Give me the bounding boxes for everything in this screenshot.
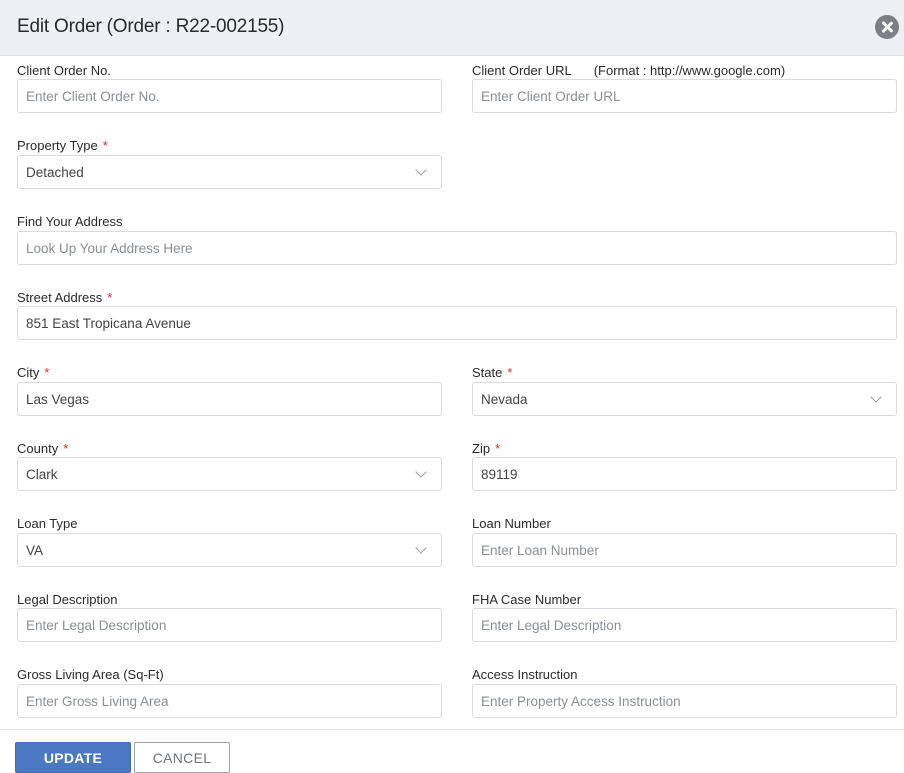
chevron-down-icon <box>415 541 427 554</box>
street-address-label: Street Address * <box>17 290 112 305</box>
zip-input[interactable] <box>472 457 897 491</box>
client-order-no-label: Client Order No. <box>17 63 111 78</box>
property-type-label: Property Type * <box>17 138 108 153</box>
loan-number-label: Loan Number <box>472 516 551 531</box>
state-label-text: State <box>472 365 503 380</box>
state-value: Nevada <box>481 391 528 407</box>
property-type-label-text: Property Type <box>17 138 98 153</box>
street-address-label-text: Street Address <box>17 290 103 305</box>
cancel-button[interactable]: CANCEL <box>134 742 230 773</box>
county-value: Clark <box>26 466 58 482</box>
access-instruction-input[interactable] <box>472 684 897 718</box>
chevron-down-icon <box>415 163 427 176</box>
chevron-down-icon <box>870 390 882 403</box>
required-marker: * <box>495 441 501 456</box>
modal-header: Edit Order (Order : R22-002155) <box>0 0 904 56</box>
client-order-no-input[interactable] <box>17 79 442 113</box>
required-marker: * <box>107 290 113 305</box>
legal-description-label-text: Legal Description <box>17 592 118 607</box>
loan-number-label-text: Loan Number <box>472 516 551 531</box>
chevron-down-icon <box>415 465 427 478</box>
county-select[interactable]: Clark <box>17 457 442 491</box>
close-icon[interactable] <box>875 15 899 39</box>
property-type-select[interactable]: Detached <box>17 155 442 189</box>
loan-type-select[interactable]: VA <box>17 533 442 567</box>
find-address-label-text: Find Your Address <box>17 214 123 229</box>
state-label: State * <box>472 365 512 380</box>
client-order-no-label-text: Client Order No. <box>17 63 111 78</box>
access-instruction-label: Access Instruction <box>472 667 578 682</box>
state-select[interactable]: Nevada <box>472 382 897 416</box>
city-label-text: City <box>17 365 40 380</box>
zip-label-text: Zip <box>472 441 491 456</box>
county-label-text: County <box>17 441 59 456</box>
loan-type-label: Loan Type <box>17 516 77 531</box>
property-type-value: Detached <box>26 164 84 180</box>
fha-case-number-input[interactable] <box>472 608 897 642</box>
loan-type-value: VA <box>26 542 44 558</box>
client-order-url-label-text: Client Order URL <box>472 63 572 78</box>
client-order-url-label: Client Order URL (Format : http://www.goo… <box>472 63 785 78</box>
modal-title: Edit Order (Order : R22-002155) <box>17 16 285 37</box>
county-label: County * <box>17 441 68 456</box>
gross-living-area-input[interactable] <box>17 684 442 718</box>
access-instruction-label-text: Access Instruction <box>472 667 578 682</box>
legal-description-input[interactable] <box>17 608 442 642</box>
find-address-input[interactable] <box>17 231 897 265</box>
client-order-url-input[interactable] <box>472 79 897 113</box>
required-marker: * <box>102 138 108 153</box>
client-order-url-hint: (Format : http://www.google.com) <box>593 63 786 78</box>
required-marker: * <box>507 365 513 380</box>
find-address-label: Find Your Address <box>17 214 123 229</box>
required-marker: * <box>63 441 69 456</box>
street-address-input[interactable] <box>17 306 897 340</box>
city-input[interactable] <box>17 382 442 416</box>
update-button[interactable]: UPDATE <box>15 742 131 773</box>
gross-living-area-label-text: Gross Living Area (Sq-Ft) <box>17 667 164 682</box>
loan-type-label-text: Loan Type <box>17 516 78 531</box>
loan-number-input[interactable] <box>472 533 897 567</box>
required-marker: * <box>44 365 50 380</box>
legal-description-label: Legal Description <box>17 592 117 607</box>
city-label: City * <box>17 365 49 380</box>
modal-footer: UPDATE CANCEL <box>0 729 904 773</box>
zip-label: Zip * <box>472 441 500 456</box>
fha-case-number-label: FHA Case Number <box>472 592 581 607</box>
fha-case-number-label-text: FHA Case Number <box>472 592 582 607</box>
gross-living-area-label: Gross Living Area (Sq-Ft) <box>17 667 164 682</box>
